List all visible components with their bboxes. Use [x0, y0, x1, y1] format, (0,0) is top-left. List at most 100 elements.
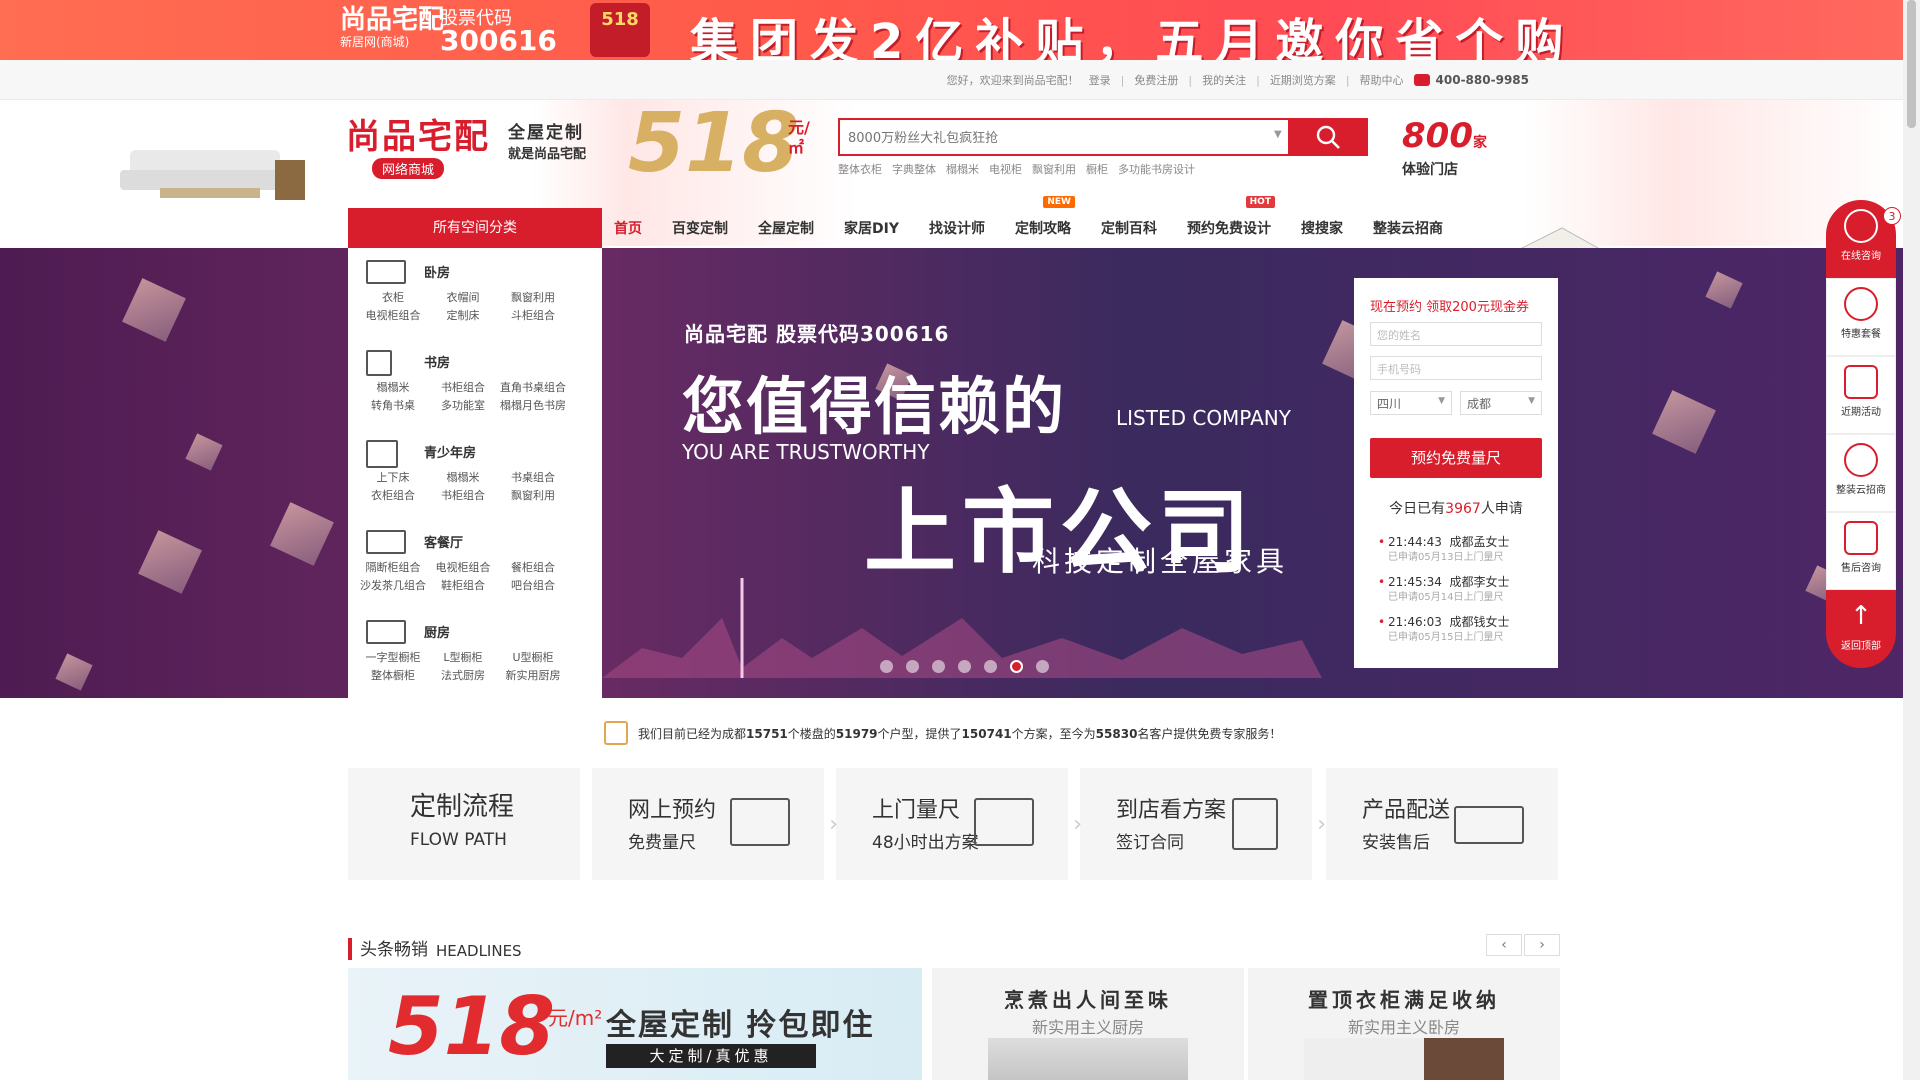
recent-plans-link[interactable]: 近期浏览方案: [1270, 72, 1336, 88]
category-title[interactable]: 客餐厅: [424, 532, 463, 551]
carousel-dot[interactable]: [880, 660, 893, 673]
category-title[interactable]: 青少年房: [424, 442, 476, 461]
promo-518-price[interactable]: 518 元/㎡: [628, 102, 810, 186]
name-field[interactable]: 您的姓名: [1370, 322, 1542, 346]
category-link[interactable]: 榻榻月色书房: [498, 398, 568, 414]
carousel-dot[interactable]: [984, 660, 997, 673]
carousel-dot[interactable]: [906, 660, 919, 673]
promo-banner[interactable]: 尚品宅配 新居网(商城) 股票代码 300616 518 集团发2亿补贴，五月邀…: [0, 0, 1920, 60]
category-link[interactable]: 榻榻米: [428, 470, 498, 486]
category-link[interactable]: 直角书桌组合: [498, 380, 568, 396]
franchise-button[interactable]: 整装云招商: [1826, 434, 1896, 512]
carousel-dot[interactable]: [932, 660, 945, 673]
hotword-link[interactable]: 橱柜: [1086, 161, 1108, 177]
experience-stores[interactable]: 800家 体验门店: [1402, 118, 1487, 179]
headline-card-518[interactable]: 518 元/m² 全屋定制 拎包即住 大定制/真优惠: [348, 968, 922, 1080]
hotword-link[interactable]: 电视柜: [989, 161, 1022, 177]
category-link[interactable]: 新实用厨房: [498, 668, 568, 684]
nav-free-design[interactable]: 预约免费设计 HOT: [1187, 196, 1275, 238]
stats-part: 个楼盘的: [787, 726, 836, 741]
category-link[interactable]: 电视柜组合: [428, 560, 498, 576]
book-measure-button[interactable]: 预约免费量尺: [1370, 438, 1542, 478]
headline-card-kitchen[interactable]: 烹煮出人间至味 新实用主义厨房: [932, 968, 1244, 1080]
nav-franchise[interactable]: 整装云招商: [1373, 218, 1443, 238]
all-categories-button[interactable]: 所有空间分类: [348, 208, 602, 248]
promo-stock: 股票代码 300616: [440, 8, 557, 55]
category-link[interactable]: 沙发茶几组合: [358, 578, 428, 594]
hotword-link[interactable]: 飘窗利用: [1032, 161, 1076, 177]
prev-button[interactable]: ‹: [1486, 934, 1522, 956]
category-link[interactable]: 一字型橱柜: [358, 650, 428, 666]
help-link[interactable]: 帮助中心: [1360, 72, 1404, 88]
nav-guide[interactable]: 定制攻略 NEW: [1015, 196, 1075, 238]
carousel-dot[interactable]: [1010, 660, 1023, 673]
category-link[interactable]: 隔断柜组合: [358, 560, 428, 576]
category-link[interactable]: 衣帽间: [428, 290, 498, 306]
category-link[interactable]: 衣柜组合: [358, 488, 428, 504]
category-link[interactable]: 整体橱柜: [358, 668, 428, 684]
category-link[interactable]: 飘窗利用: [498, 290, 568, 306]
record-detail: 已申请05月14日上门量尺: [1388, 592, 1504, 603]
nav-designer[interactable]: 找设计师: [929, 218, 985, 238]
category-link[interactable]: 书桌组合: [498, 470, 568, 486]
nav-search-home[interactable]: 搜搜家: [1301, 218, 1343, 238]
flow-step[interactable]: 到店看方案 签订合同 ›: [1080, 768, 1326, 880]
hotword-link[interactable]: 整体衣柜: [838, 161, 882, 177]
province-select[interactable]: 四川 ▼: [1370, 391, 1452, 415]
category-link[interactable]: 飘窗利用: [498, 488, 568, 504]
nav-home[interactable]: 首页: [614, 218, 642, 238]
category-link[interactable]: 衣柜: [358, 290, 428, 306]
follow-link[interactable]: 我的关注: [1202, 72, 1246, 88]
category-link[interactable]: 转角书桌: [358, 398, 428, 414]
category-link[interactable]: 书柜组合: [428, 488, 498, 504]
special-package-button[interactable]: 特惠套餐: [1826, 278, 1896, 356]
category-title[interactable]: 厨房: [424, 622, 450, 641]
category-link[interactable]: 鞋柜组合: [428, 578, 498, 594]
hotword-link[interactable]: 字典整体: [892, 161, 936, 177]
category-link[interactable]: 多功能室: [428, 398, 498, 414]
login-link[interactable]: 登录: [1089, 72, 1111, 88]
category-link[interactable]: 定制床: [428, 308, 498, 324]
online-consult-button[interactable]: 在线咨询 3: [1826, 200, 1901, 278]
category-link[interactable]: 法式厨房: [428, 668, 498, 684]
nav-diy[interactable]: 家居DIY: [844, 218, 899, 238]
search-input[interactable]: [848, 128, 1278, 148]
site-logo[interactable]: 尚品宅配 网络商城 全屋定制 就是尚品宅配: [346, 118, 596, 180]
aftersale-button[interactable]: 售后咨询: [1826, 512, 1896, 590]
carousel-dot[interactable]: [958, 660, 971, 673]
category-link[interactable]: 餐柜组合: [498, 560, 568, 576]
category-link[interactable]: 斗柜组合: [498, 308, 568, 324]
category-link[interactable]: 上下床: [358, 470, 428, 486]
back-to-top-button[interactable]: ↑ 返回顶部: [1826, 590, 1896, 668]
flow-step[interactable]: 网上预约 免费量尺 ›: [592, 768, 838, 880]
register-link[interactable]: 免费注册: [1134, 72, 1178, 88]
flow-step[interactable]: 产品配送 安装售后: [1326, 768, 1558, 880]
page-scrollbar[interactable]: [1903, 0, 1920, 1080]
chevron-down-icon[interactable]: ▼: [1274, 129, 1282, 140]
flow-step-line1: 网上预约: [628, 798, 717, 823]
nav-whole-house[interactable]: 全屋定制: [758, 218, 814, 238]
hotword-link[interactable]: 多功能书房设计: [1118, 161, 1195, 177]
carousel-dot[interactable]: [1036, 660, 1049, 673]
phone-field[interactable]: 手机号码: [1370, 356, 1542, 380]
category-link[interactable]: 榻榻米: [358, 380, 428, 396]
hero-slide[interactable]: 尚品宅配 股票代码300616 您值得信赖的 LISTED COMPANY YO…: [602, 248, 1920, 698]
nav-custom[interactable]: 百变定制: [672, 218, 728, 238]
next-button[interactable]: ›: [1524, 934, 1560, 956]
flow-step[interactable]: 上门量尺 48小时出方案 ›: [836, 768, 1082, 880]
category-link[interactable]: L型橱柜: [428, 650, 498, 666]
category-link[interactable]: 书柜组合: [428, 380, 498, 396]
scrollbar-thumb[interactable]: [1907, 0, 1916, 128]
city-select[interactable]: 成都 ▼: [1460, 391, 1542, 415]
category-title[interactable]: 书房: [424, 352, 450, 371]
category-title[interactable]: 卧房: [424, 262, 450, 281]
category-link[interactable]: U型橱柜: [498, 650, 568, 666]
nav-encyclopedia[interactable]: 定制百科: [1101, 218, 1157, 238]
stats-part: 个户型，提供了: [877, 726, 962, 741]
headline-card-bedroom[interactable]: 置顶衣柜满足收纳 新实用主义卧房: [1248, 968, 1560, 1080]
hotword-link[interactable]: 榻榻米: [946, 161, 979, 177]
category-link[interactable]: 电视柜组合: [358, 308, 428, 324]
recent-activity-button[interactable]: 近期活动: [1826, 356, 1896, 434]
category-link[interactable]: 吧台组合: [498, 578, 568, 594]
search-button[interactable]: [1288, 118, 1368, 156]
